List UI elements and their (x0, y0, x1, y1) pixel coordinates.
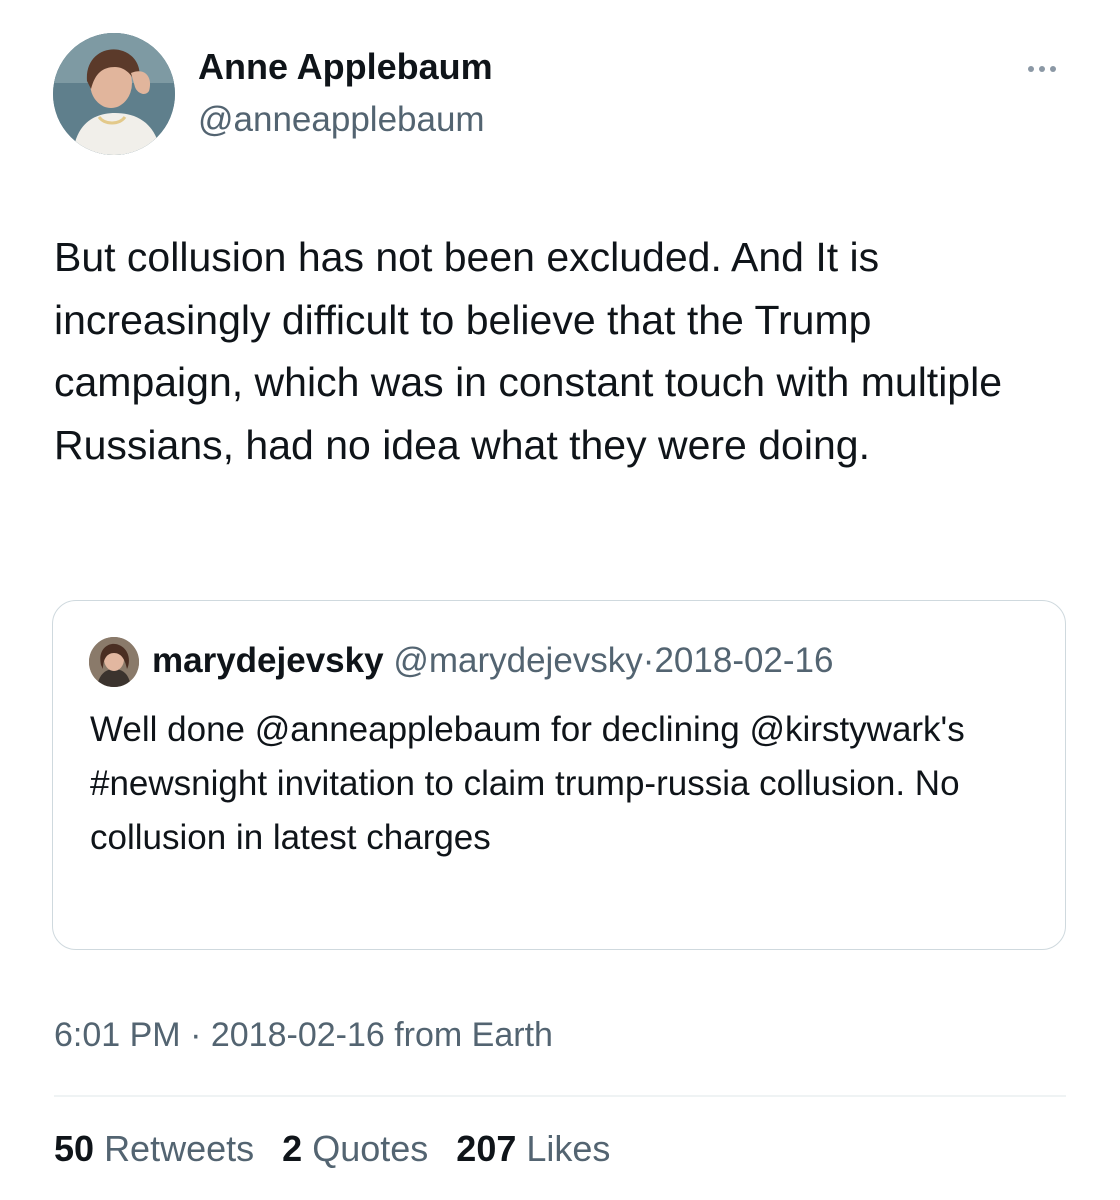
more-options-button[interactable] (1022, 52, 1062, 86)
timestamp-source: from Earth (394, 1016, 553, 1054)
tweet-text: But collusion has not been excluded. And… (54, 234, 1003, 468)
author-handle[interactable]: @anneapplebaum (198, 100, 485, 140)
timestamp-time[interactable]: 6:01 PM (54, 1016, 181, 1054)
engagement-stats: 50 Retweets 2 Quotes 207 Likes (54, 1128, 628, 1170)
quoted-separator: · (642, 641, 655, 680)
more-dot-icon (1028, 66, 1034, 72)
quoted-author-name[interactable]: marydejevsky (152, 641, 384, 680)
quoted-author-handle[interactable]: @marydejevsky (393, 641, 642, 680)
quotes-label: Quotes (312, 1128, 429, 1169)
quoted-tweet-header: marydejevsky @marydejevsky·2018-02-16 (152, 641, 834, 681)
quoted-author-avatar[interactable] (89, 637, 139, 687)
quotes-stat[interactable]: 2 Quotes (282, 1128, 438, 1169)
timestamp-date[interactable]: 2018-02-16 (211, 1016, 385, 1054)
more-dot-icon (1039, 66, 1045, 72)
likes-count: 207 (456, 1128, 517, 1169)
retweets-label: Retweets (104, 1128, 255, 1169)
quotes-count: 2 (282, 1128, 303, 1169)
stats-divider (54, 1095, 1066, 1097)
quoted-tweet-text: Well done @anneapplebaum for declining @… (90, 710, 965, 857)
author-avatar-photo-icon (53, 33, 175, 155)
timestamp-separator: · (190, 1016, 202, 1054)
more-dot-icon (1050, 66, 1056, 72)
retweets-stat[interactable]: 50 Retweets (54, 1128, 264, 1169)
quoted-tweet-card[interactable]: marydejevsky @marydejevsky·2018-02-16 We… (52, 600, 1066, 950)
likes-stat[interactable]: 207 Likes (456, 1128, 610, 1169)
likes-label: Likes (526, 1128, 611, 1169)
quoted-date[interactable]: 2018-02-16 (654, 641, 833, 680)
quoted-author-avatar-photo-icon (89, 637, 139, 687)
author-avatar[interactable] (53, 33, 175, 155)
author-name[interactable]: Anne Applebaum (198, 46, 493, 88)
retweets-count: 50 (54, 1128, 95, 1169)
tweet-timestamp: 6:01 PM · 2018-02-16 from Earth (54, 1016, 553, 1055)
